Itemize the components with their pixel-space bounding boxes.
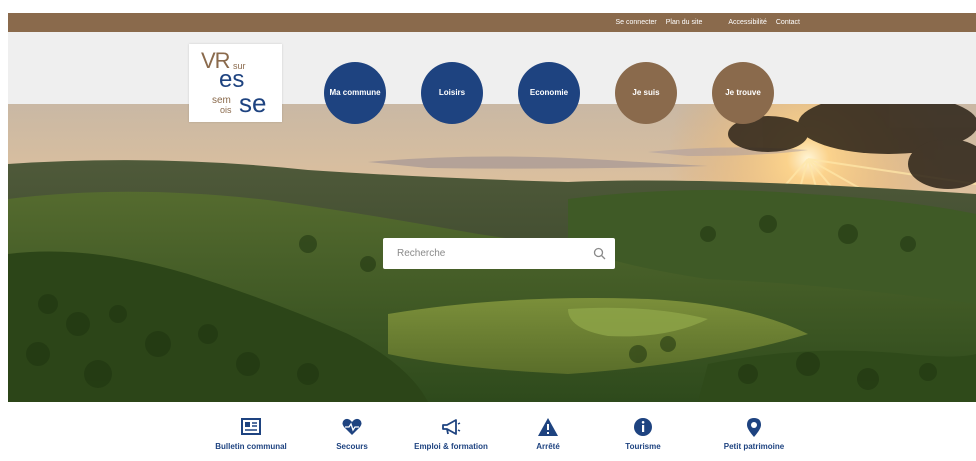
quick-link-label: Petit patrimoine (723, 442, 785, 451)
nav-loisirs-button[interactable]: Loisirs (421, 62, 483, 124)
info-icon (634, 418, 652, 436)
login-link[interactable]: Se connecter (616, 19, 657, 26)
quick-link-label: Secours (336, 442, 368, 451)
logo-text-ois: ois (220, 105, 232, 115)
search-input[interactable] (383, 238, 583, 269)
search-box (383, 238, 615, 269)
quick-link-label: Bulletin communal (215, 442, 287, 451)
utility-links: Se connecter Plan du site Accessibilité … (616, 13, 800, 32)
header-band (8, 32, 976, 104)
accessibility-link[interactable]: Accessibilité (728, 19, 767, 26)
heart-pulse-icon (342, 418, 362, 435)
quick-link-patrimoine[interactable]: Petit patrimoine (714, 416, 794, 451)
top-utility-bar: Se connecter Plan du site Accessibilité … (8, 13, 976, 32)
nav-je-trouve-button[interactable]: Je trouve (712, 62, 774, 124)
quick-link-bulletin[interactable]: Bulletin communal (211, 416, 291, 451)
quick-link-tourisme[interactable]: Tourisme (603, 416, 683, 451)
contact-link[interactable]: Contact (776, 19, 800, 26)
map-pin-icon (747, 418, 761, 437)
warning-icon (538, 418, 558, 436)
quick-link-label: Arrêté (536, 442, 560, 451)
nav-economie-button[interactable]: Economie (518, 62, 580, 124)
nav-ma-commune-button[interactable]: Ma commune (324, 62, 386, 124)
quick-link-emploi[interactable]: Emploi & formation (411, 416, 491, 451)
quick-link-label: Tourisme (625, 442, 661, 451)
homepage: Se connecter Plan du site Accessibilité … (0, 0, 976, 461)
site-logo[interactable]: VR sur es sem ois se (189, 44, 282, 122)
megaphone-icon (442, 419, 461, 435)
quick-link-secours[interactable]: Secours (312, 416, 392, 451)
quick-link-arrete[interactable]: Arrêté (508, 416, 588, 451)
sitemap-link[interactable]: Plan du site (666, 19, 703, 26)
quick-link-label: Emploi & formation (414, 442, 488, 451)
magnifier-icon[interactable] (593, 247, 606, 260)
newspaper-icon (241, 418, 261, 435)
nav-je-suis-button[interactable]: Je suis (615, 62, 677, 124)
logo-text-se: se (239, 88, 267, 118)
